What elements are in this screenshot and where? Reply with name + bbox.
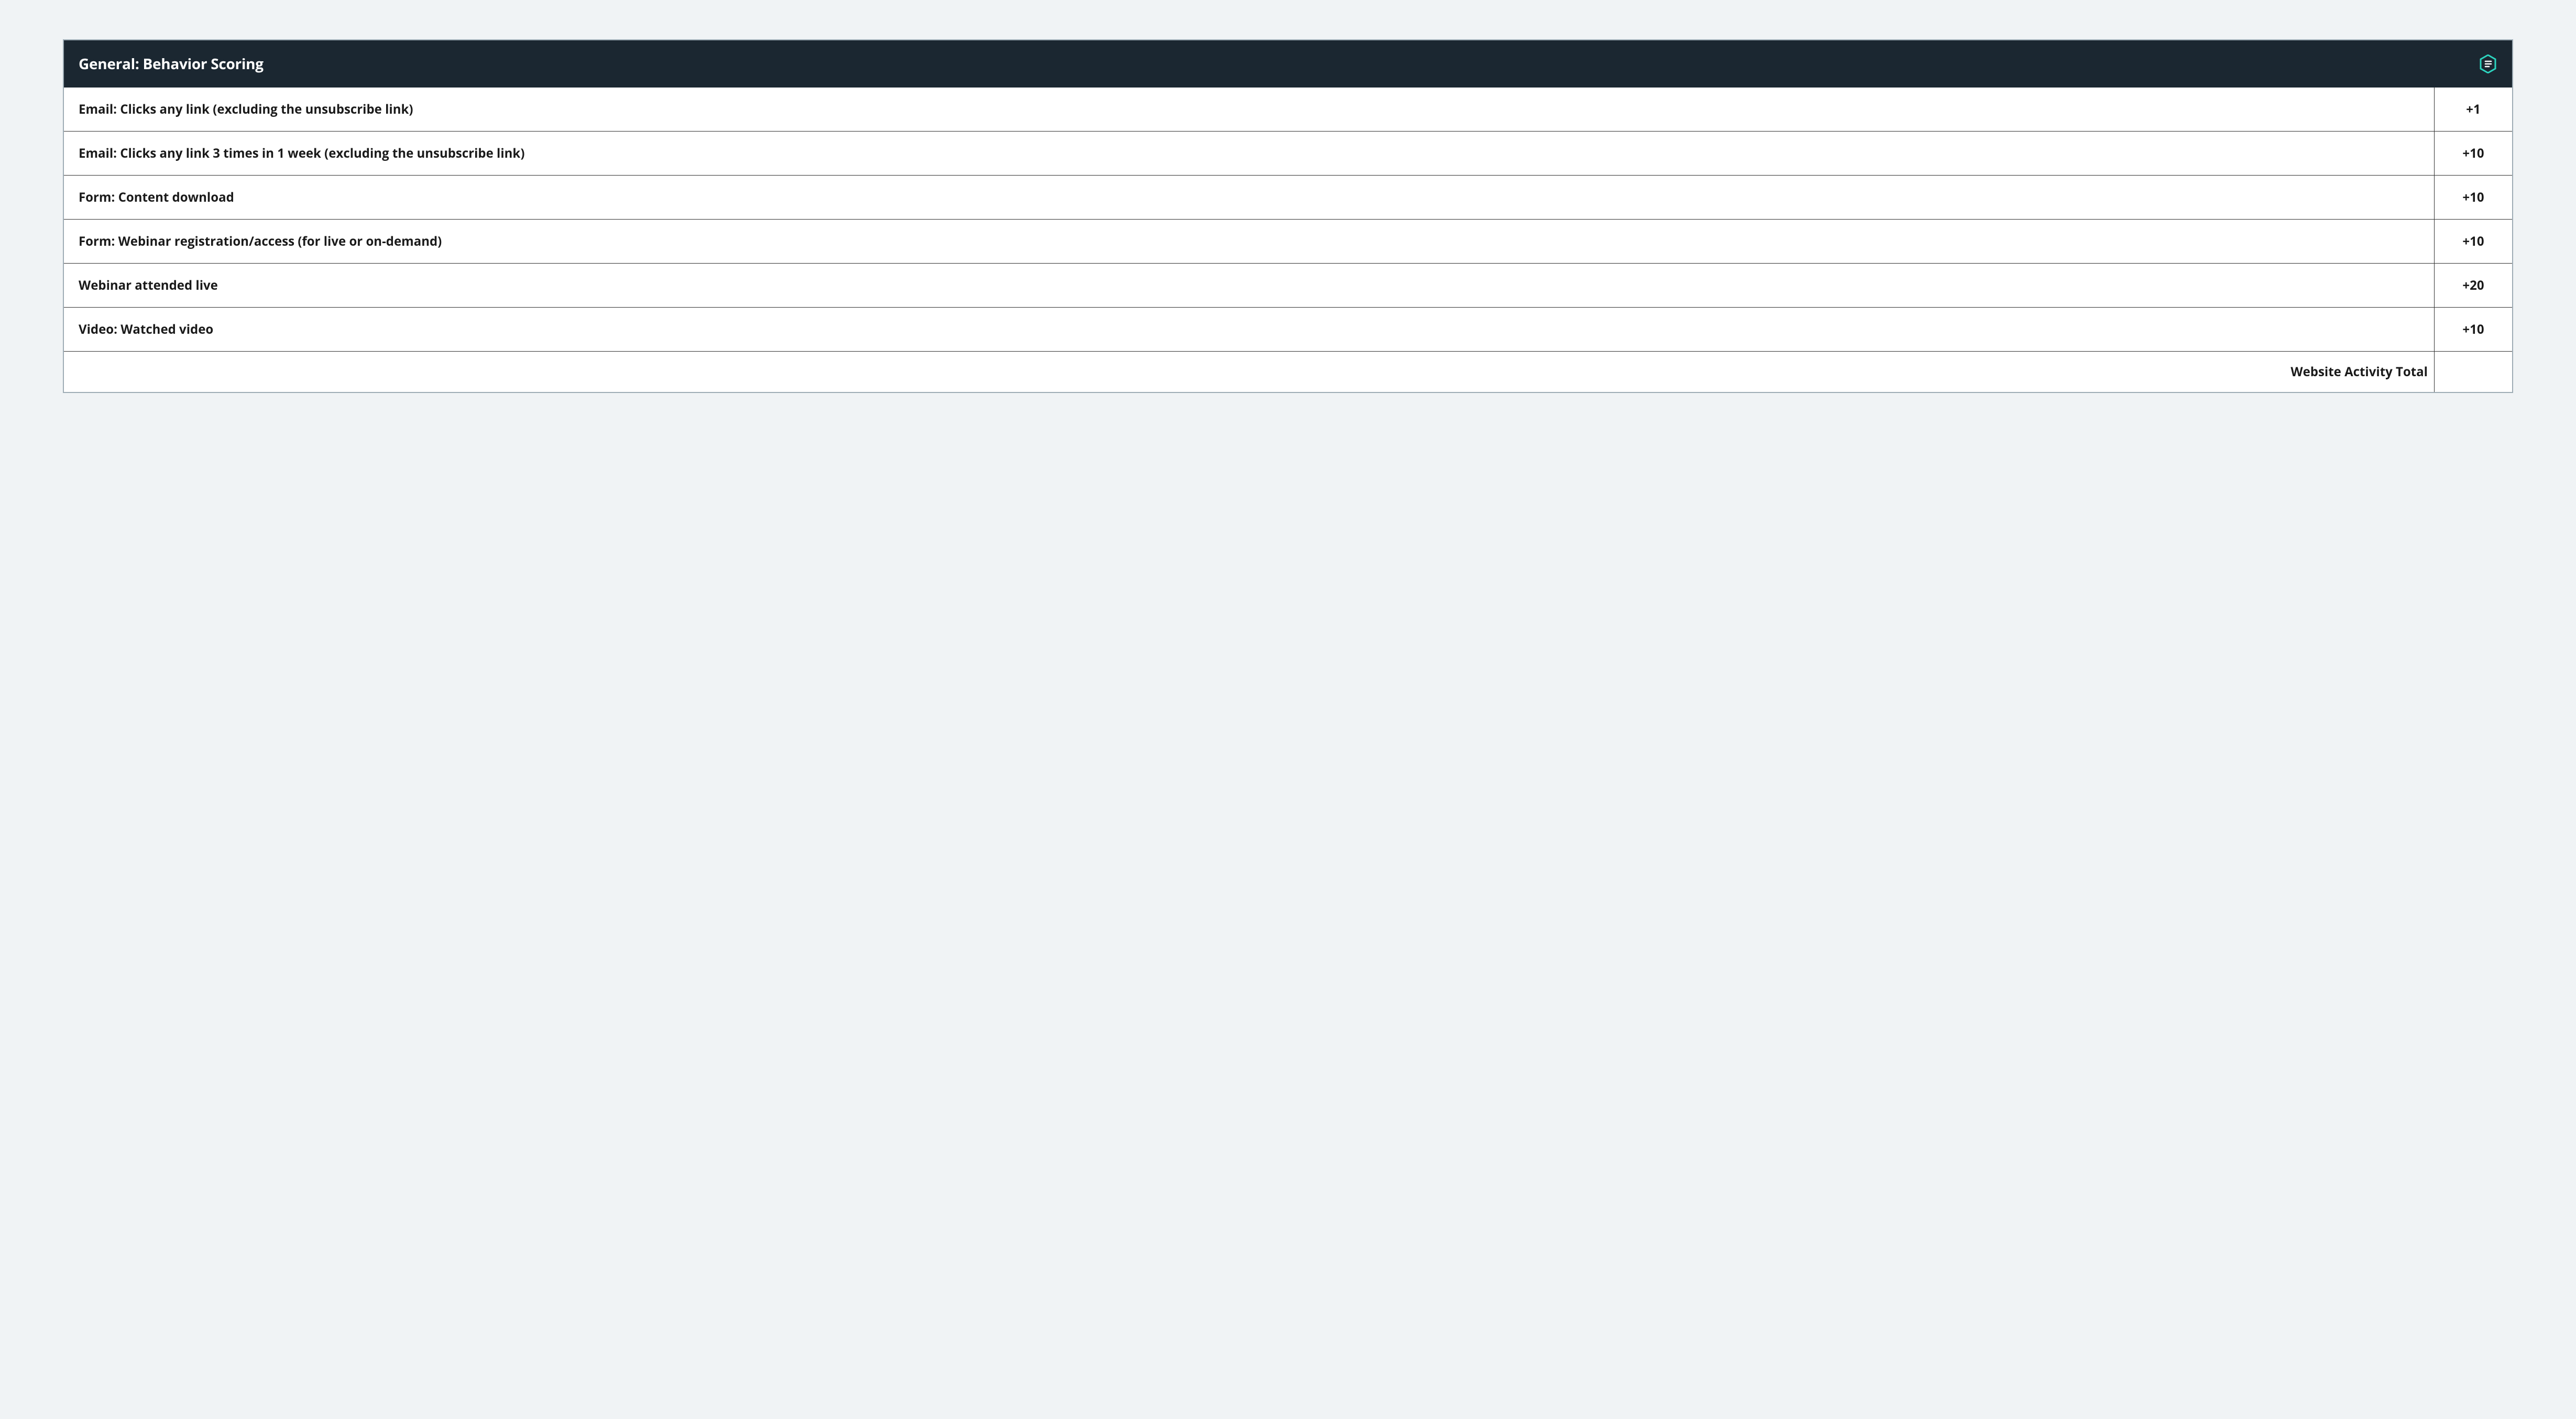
- table-body: Email: Clicks any link (excluding the un…: [64, 88, 2512, 392]
- behavior-label: Webinar attended live: [64, 264, 2435, 307]
- table-row: Email: Clicks any link (excluding the un…: [64, 88, 2512, 131]
- behavior-label: Email: Clicks any link 3 times in 1 week…: [64, 132, 2435, 175]
- score-value: +1: [2435, 88, 2512, 131]
- table-row: Webinar attended live +20: [64, 263, 2512, 307]
- behavior-label: Form: Webinar registration/access (for l…: [64, 220, 2435, 263]
- table-header: General: Behavior Scoring: [64, 40, 2512, 88]
- table-row: Video: Watched video +10: [64, 307, 2512, 351]
- score-value: +10: [2435, 220, 2512, 263]
- score-value: +20: [2435, 264, 2512, 307]
- score-value: +10: [2435, 176, 2512, 219]
- behavior-label: Video: Watched video: [64, 308, 2435, 351]
- total-value: [2435, 352, 2512, 392]
- table-row: Form: Webinar registration/access (for l…: [64, 219, 2512, 263]
- table-row: Email: Clicks any link 3 times in 1 week…: [64, 131, 2512, 175]
- behavior-label: Email: Clicks any link (excluding the un…: [64, 88, 2435, 131]
- behavior-label: Form: Content download: [64, 176, 2435, 219]
- table-title: General: Behavior Scoring: [79, 54, 264, 74]
- table-row: Form: Content download +10: [64, 175, 2512, 219]
- score-value: +10: [2435, 308, 2512, 351]
- scoring-table: General: Behavior Scoring Email: Clicks …: [63, 39, 2513, 393]
- brand-logo-icon: [2480, 54, 2496, 73]
- total-label: Website Activity Total: [64, 352, 2435, 392]
- score-value: +10: [2435, 132, 2512, 175]
- total-row: Website Activity Total: [64, 351, 2512, 392]
